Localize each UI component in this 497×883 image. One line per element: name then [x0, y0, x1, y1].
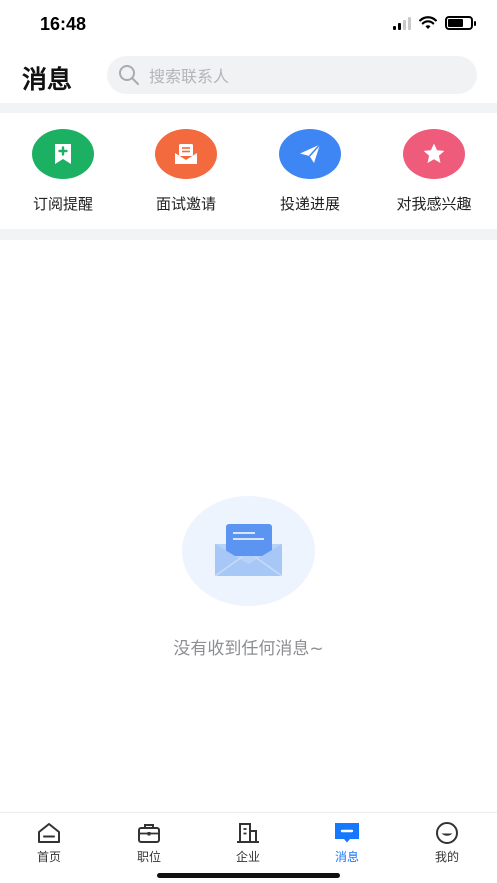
page-title: 消息	[22, 65, 73, 94]
home-icon	[38, 823, 60, 843]
search-input[interactable]: 搜索联系人	[107, 56, 477, 94]
search-icon	[119, 65, 139, 85]
paper-plane-icon	[279, 129, 341, 179]
mail-envelope-icon	[182, 496, 315, 606]
search-placeholder: 搜索联系人	[149, 67, 230, 86]
shortcut-label: 对我感兴趣	[396, 195, 472, 213]
tab-label: 我的	[434, 850, 459, 864]
wifi-icon	[419, 16, 437, 29]
tab-companies[interactable]: 企业	[213, 821, 283, 865]
status-bar: 16:48	[0, 0, 497, 50]
shortcut-label: 投递进展	[279, 195, 340, 213]
shortcut-interested-in-me[interactable]: 对我感兴趣	[379, 129, 489, 214]
briefcase-icon	[138, 824, 160, 843]
shortcut-grid: 订阅提醒 面试邀请 投递进展 对我感兴趣	[0, 113, 497, 229]
shortcut-label: 面试邀请	[155, 195, 216, 213]
tab-jobs[interactable]: 职位	[114, 821, 184, 865]
tab-label: 消息	[334, 850, 359, 864]
divider	[0, 229, 497, 240]
building-icon	[237, 823, 259, 843]
bookmark-plus-icon	[32, 129, 94, 179]
header: 消息 搜索联系人	[0, 50, 497, 102]
tab-label: 职位	[136, 850, 161, 864]
star-icon	[403, 129, 465, 179]
message-icon	[335, 823, 359, 843]
status-time: 16:48	[40, 14, 87, 34]
status-icons	[393, 16, 476, 30]
home-indicator[interactable]	[157, 873, 340, 878]
signal-icon	[393, 16, 411, 30]
divider	[0, 103, 497, 113]
empty-message: 没有收到任何消息~	[173, 639, 324, 659]
shortcut-subscription-reminder[interactable]: 订阅提醒	[8, 129, 118, 214]
profile-icon	[436, 822, 458, 844]
tab-label: 首页	[36, 850, 61, 864]
tab-home[interactable]: 首页	[14, 821, 84, 865]
tab-profile[interactable]: 我的	[412, 821, 482, 865]
tab-messages[interactable]: 消息	[312, 821, 382, 865]
shortcut-label: 订阅提醒	[32, 195, 93, 213]
empty-state: 没有收到任何消息~	[0, 240, 497, 812]
envelope-open-icon	[155, 129, 217, 179]
battery-icon	[445, 16, 476, 30]
shortcut-application-progress[interactable]: 投递进展	[255, 129, 365, 214]
tab-label: 企业	[235, 850, 260, 864]
shortcut-interview-invitation[interactable]: 面试邀请	[131, 129, 241, 214]
